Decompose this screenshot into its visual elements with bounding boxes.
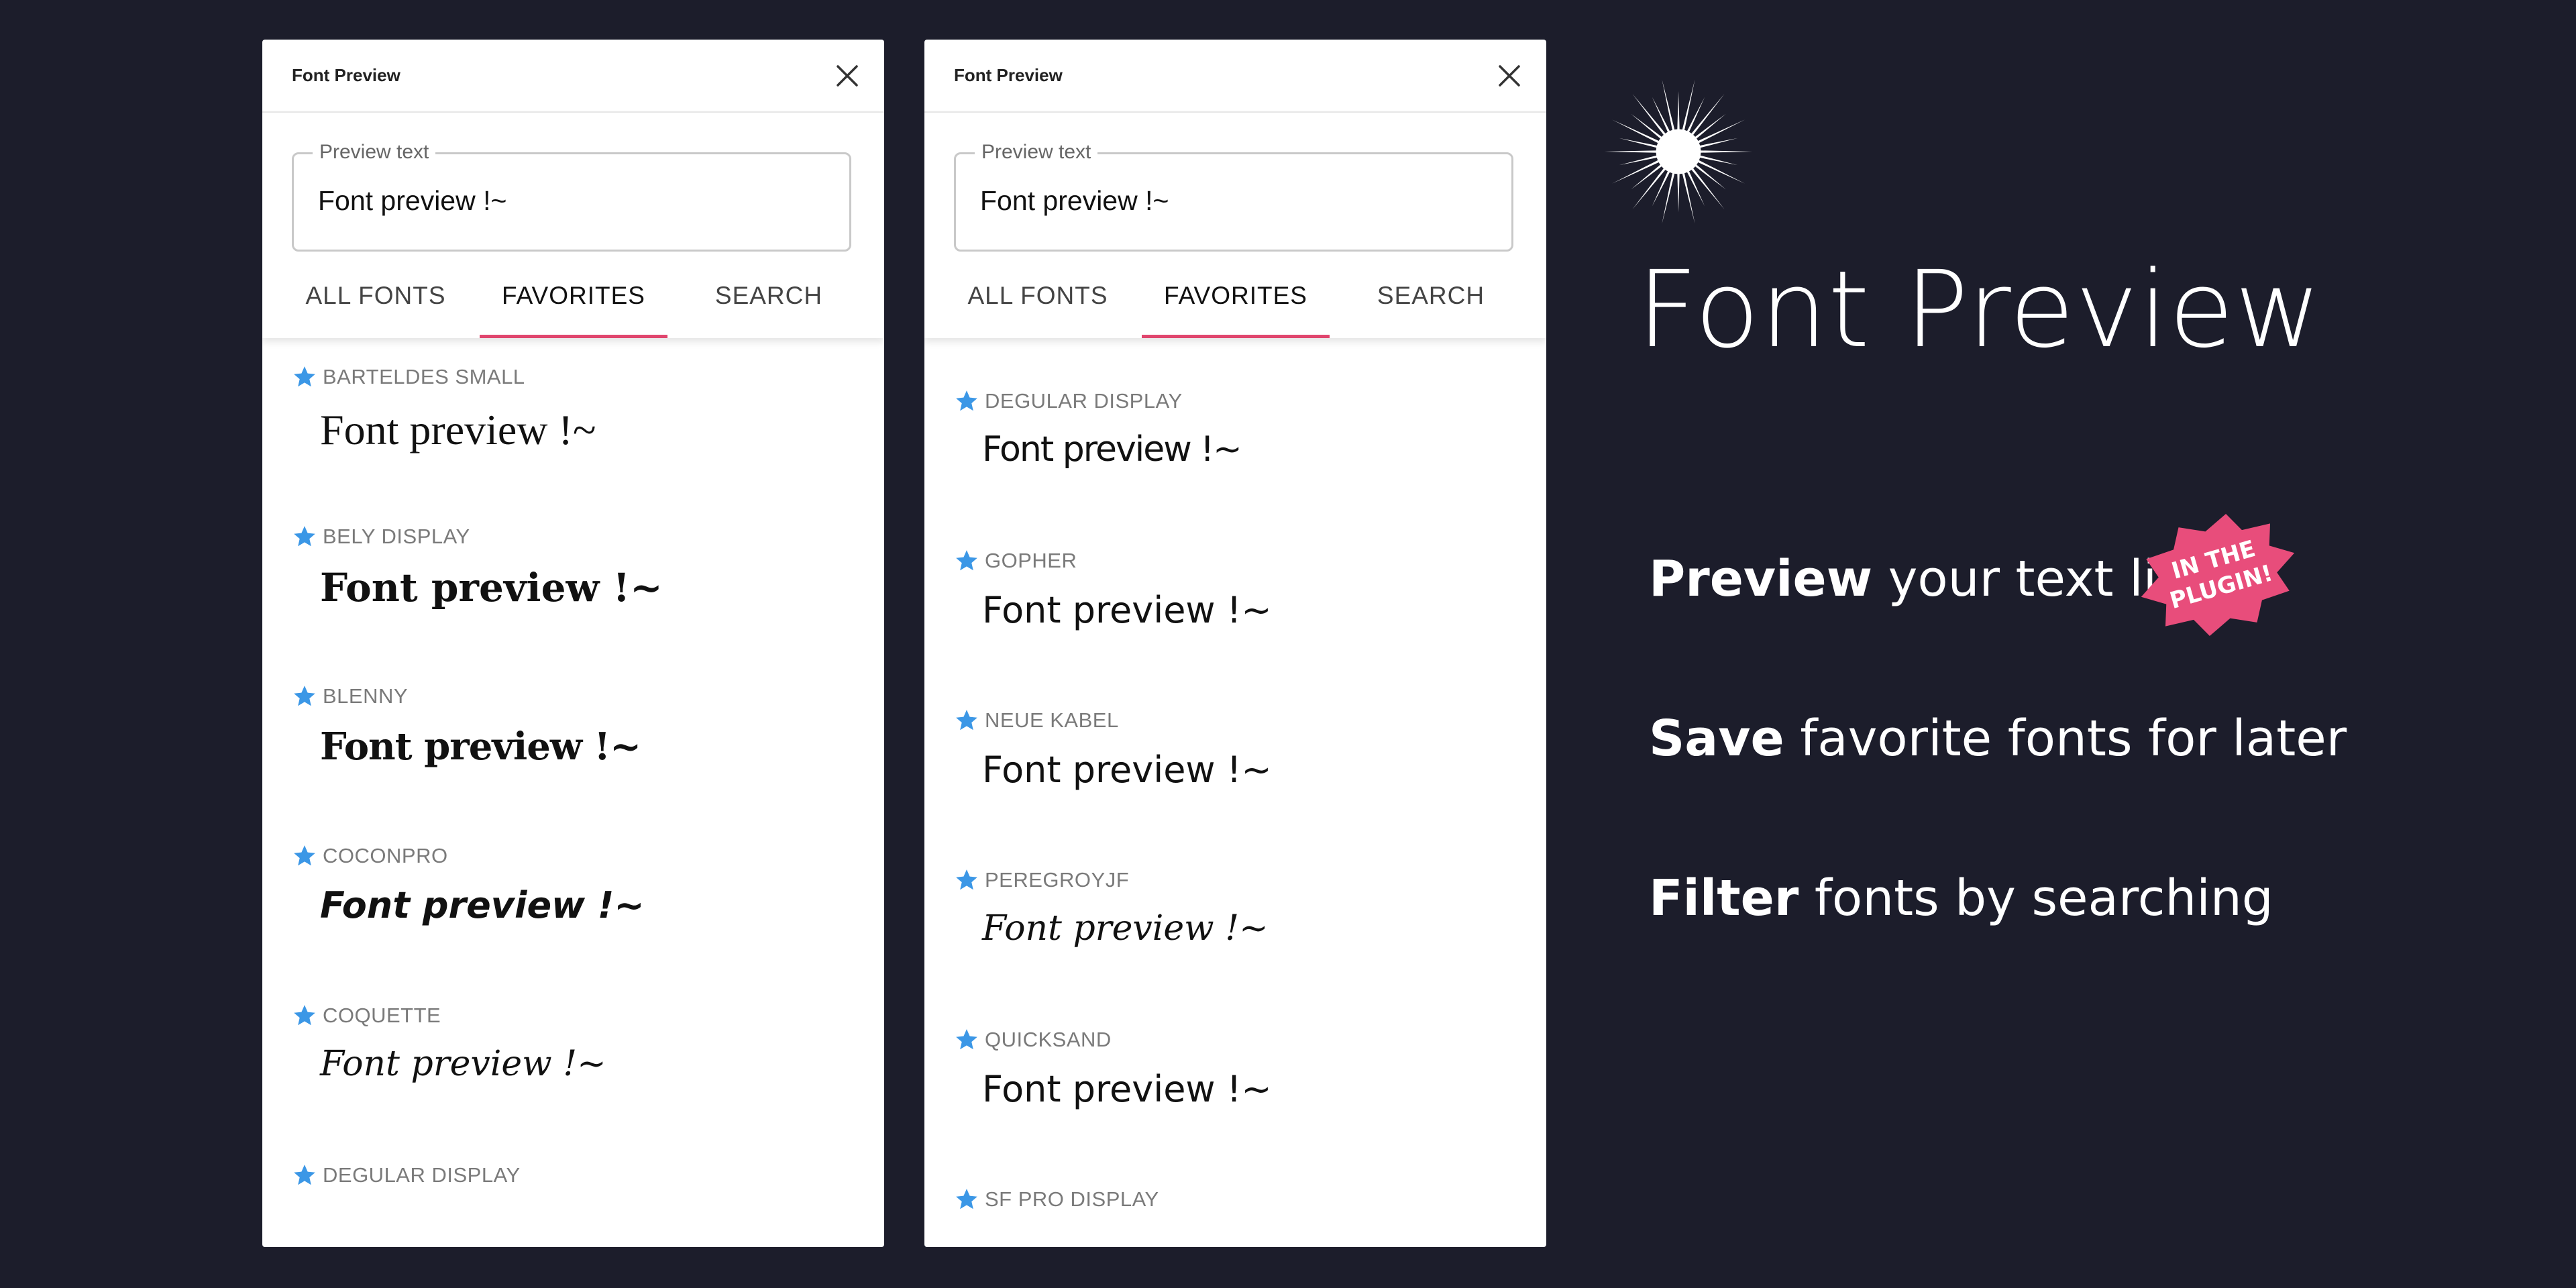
tab-bar: ALL FONTS FAVORITES SEARCH xyxy=(262,266,884,338)
feature-save: Save favorite fonts for later xyxy=(1649,710,2347,767)
star-icon[interactable] xyxy=(954,708,979,733)
hero-title: Font Preview xyxy=(1637,248,2322,372)
preview-text-value[interactable]: Font preview !~ xyxy=(318,185,506,217)
starburst-ray xyxy=(1681,79,1695,133)
starburst-ray xyxy=(1681,170,1695,224)
panel-title: Font Preview xyxy=(954,65,1063,85)
active-tab-indicator xyxy=(1142,335,1330,338)
starburst-ray xyxy=(1652,168,1671,207)
active-tab-indicator xyxy=(480,335,667,338)
starburst-ray xyxy=(1632,93,1668,138)
starburst-ray xyxy=(1662,170,1676,224)
tab-search[interactable]: SEARCH xyxy=(1347,266,1515,338)
font-name: BLENNY xyxy=(323,684,409,708)
font-sample: Font preview !~ xyxy=(320,884,645,926)
preview-text-field[interactable]: Preview text Font preview !~ xyxy=(292,141,851,252)
preview-text-label: Preview text xyxy=(975,141,1098,164)
font-sample: Font preview !~ xyxy=(982,589,1272,631)
font-list-item[interactable]: PEREGROYJF Font preview !~ xyxy=(924,865,1546,1025)
feature-bold: Preview xyxy=(1649,550,1873,608)
font-sample: Font preview !~ xyxy=(320,565,663,610)
feature-filter: Filter fonts by searching xyxy=(1649,869,2273,927)
preview-controls: Preview text Font preview !~ ALL FONTS F… xyxy=(262,113,884,338)
font-list-item[interactable]: DEGULAR DISPLAY xyxy=(262,1161,884,1247)
starburst-ray xyxy=(1604,150,1659,153)
tab-favorites[interactable]: FAVORITES xyxy=(480,266,667,338)
font-list-item[interactable]: BELY DISPLAY Font preview !~ xyxy=(262,522,884,682)
feature-bold: Save xyxy=(1649,710,1784,767)
starburst-ray xyxy=(1632,166,1668,210)
font-name: SF PRO DISPLAY xyxy=(985,1187,1159,1211)
font-list-item[interactable]: NEUE KABEL Font preview !~ xyxy=(924,706,1546,865)
starburst-ray xyxy=(1686,97,1705,135)
plugin-panel-left: Font Preview Preview text Font preview !… xyxy=(262,40,884,1247)
font-list-item[interactable]: BLENNY Font preview !~ xyxy=(262,682,884,841)
starburst-ray xyxy=(1686,168,1705,207)
font-sample: Font preview !~ xyxy=(320,1044,606,1084)
font-sample: Font preview !~ xyxy=(982,908,1269,949)
feature-text: favorite fonts for later xyxy=(1784,710,2347,767)
font-list-item[interactable]: GOPHER Font preview !~ xyxy=(924,546,1546,706)
font-list-item[interactable]: QUICKSAND Font preview !~ xyxy=(924,1025,1546,1185)
star-icon[interactable] xyxy=(292,524,317,549)
close-icon[interactable] xyxy=(1497,63,1522,89)
preview-text-label: Preview text xyxy=(313,141,436,164)
font-name: PEREGROYJF xyxy=(985,868,1130,892)
feature-preview: Preview your text live xyxy=(1649,550,2217,608)
preview-text-value[interactable]: Font preview !~ xyxy=(980,185,1169,217)
starburst-ray xyxy=(1689,93,1725,138)
starburst-ray xyxy=(1677,171,1680,213)
feature-bold: Filter xyxy=(1649,869,1799,927)
star-icon[interactable] xyxy=(292,364,317,390)
font-sample: Font preview !~ xyxy=(320,724,641,769)
in-the-plugin-badge: IN THE PLUGIN! xyxy=(2141,513,2295,637)
star-icon[interactable] xyxy=(954,548,979,574)
font-list-item[interactable]: SF PRO DISPLAY xyxy=(924,1185,1546,1247)
font-name: COCONPRO xyxy=(323,844,448,867)
preview-text-field[interactable]: Preview text Font preview !~ xyxy=(954,141,1513,252)
font-name: COQUETTE xyxy=(323,1004,441,1027)
font-list-item[interactable]: DEGULAR DISPLAY Font preview !~ xyxy=(924,386,1546,546)
font-name: QUICKSAND xyxy=(985,1028,1112,1051)
font-sample: Font preview !~ xyxy=(982,749,1272,791)
star-icon[interactable] xyxy=(954,1027,979,1053)
font-list-item[interactable]: BARTELDES SMALL Font preview !~ xyxy=(262,362,884,522)
star-icon[interactable] xyxy=(292,843,317,869)
star-icon[interactable] xyxy=(954,867,979,893)
font-sample: Font preview !~ xyxy=(982,1068,1272,1110)
starburst-ray xyxy=(1677,91,1680,132)
starburst-ray xyxy=(1698,150,1753,153)
font-list-item[interactable]: COCONPRO Font preview !~ xyxy=(262,841,884,1001)
panel-titlebar: Font Preview xyxy=(262,40,884,113)
star-icon[interactable] xyxy=(954,1187,979,1212)
tab-search[interactable]: SEARCH xyxy=(685,266,853,338)
font-name: BARTELDES SMALL xyxy=(323,365,525,388)
panel-titlebar: Font Preview xyxy=(924,40,1546,113)
tab-bar: ALL FONTS FAVORITES SEARCH xyxy=(924,266,1546,338)
star-icon[interactable] xyxy=(954,388,979,414)
close-icon[interactable] xyxy=(835,63,860,89)
tab-all-fonts[interactable]: ALL FONTS xyxy=(954,266,1122,338)
star-icon[interactable] xyxy=(292,1003,317,1028)
tab-all-fonts[interactable]: ALL FONTS xyxy=(292,266,460,338)
font-sample: Font preview !~ xyxy=(320,406,596,453)
font-name: DEGULAR DISPLAY xyxy=(985,389,1183,413)
feature-text: fonts by searching xyxy=(1799,869,2273,927)
starburst-icon xyxy=(1604,79,1753,224)
star-icon[interactable] xyxy=(292,684,317,709)
preview-controls: Preview text Font preview !~ ALL FONTS F… xyxy=(924,113,1546,338)
starburst-ray xyxy=(1652,97,1671,135)
starburst-ray xyxy=(1662,79,1676,133)
starburst-ray xyxy=(1689,166,1725,210)
panel-title: Font Preview xyxy=(292,65,400,85)
tab-favorites[interactable]: FAVORITES xyxy=(1142,266,1330,338)
font-name: BELY DISPLAY xyxy=(323,525,470,548)
font-name: GOPHER xyxy=(985,549,1077,572)
font-name: DEGULAR DISPLAY xyxy=(323,1163,521,1187)
font-name: NEUE KABEL xyxy=(985,708,1119,732)
plugin-panel-right: Font Preview Preview text Font preview !… xyxy=(924,40,1546,1247)
font-list-item[interactable]: COQUETTE Font preview !~ xyxy=(262,1001,884,1161)
font-sample: Font preview !~ xyxy=(982,429,1242,470)
star-icon[interactable] xyxy=(292,1163,317,1188)
